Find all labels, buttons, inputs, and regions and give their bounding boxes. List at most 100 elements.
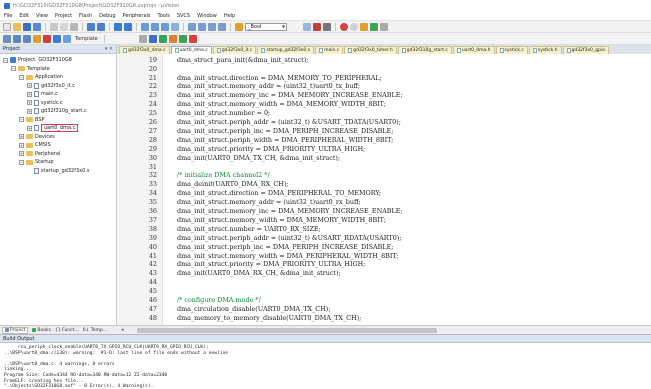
rebuild-icon[interactable] bbox=[23, 34, 31, 43]
code-line[interactable]: 34 dma_init_struct.direction = DMA_PERIPH… bbox=[117, 189, 651, 197]
panel-close-icon[interactable]: ▾ ✕ bbox=[105, 46, 113, 52]
navigate-forward-icon[interactable] bbox=[124, 22, 132, 31]
runtime-environment-icon[interactable] bbox=[178, 34, 187, 43]
code-line[interactable]: 32 /* initialize DMA channel2 */ bbox=[117, 171, 651, 179]
tree-item[interactable]: − Application bbox=[19, 73, 63, 81]
next-bookmark-icon[interactable] bbox=[161, 22, 169, 31]
redo-icon[interactable] bbox=[97, 22, 105, 31]
menu-edit[interactable]: Edit bbox=[19, 13, 29, 19]
find-in-files-icon[interactable] bbox=[235, 22, 243, 31]
menu-project[interactable]: Project bbox=[55, 13, 72, 19]
editor-tab[interactable]: gd32f310g_start.c bbox=[397, 46, 452, 54]
unindent-icon[interactable] bbox=[198, 22, 206, 31]
tree-item[interactable]: + Devices bbox=[19, 133, 55, 141]
code-line[interactable]: 23 dma_init_struct.memory_inc = DMA_MEMOR… bbox=[117, 91, 651, 99]
code-line[interactable]: 24 dma_init_struct.memory_width = DMA_MEM… bbox=[117, 100, 651, 108]
code-line[interactable]: 22 dma_init_struct.memory_addr = (uint32_… bbox=[117, 82, 651, 90]
pack-installer-icon[interactable] bbox=[168, 34, 177, 43]
scroll-left-icon[interactable]: ◂ bbox=[121, 327, 124, 333]
configure-icon[interactable] bbox=[380, 22, 388, 31]
prev-bookmark-icon[interactable] bbox=[151, 22, 159, 31]
debug-start-icon[interactable] bbox=[313, 22, 321, 31]
expand-icon[interactable]: + bbox=[27, 125, 32, 131]
stop-build-icon[interactable] bbox=[43, 34, 51, 43]
disable-breakpoint-icon[interactable] bbox=[350, 22, 358, 31]
editor-tab[interactable]: main.c bbox=[315, 46, 344, 54]
tree-item[interactable]: + main.c bbox=[27, 90, 58, 98]
code-line[interactable]: 48 dma_memory_to_memory_disable(UART0_DMA… bbox=[117, 314, 651, 322]
editor-tab[interactable]: uart0_dma.h bbox=[452, 46, 495, 54]
tree-item[interactable]: + uart0_dma.c bbox=[27, 124, 79, 132]
expand-icon[interactable]: + bbox=[19, 151, 24, 156]
build-icon[interactable] bbox=[13, 34, 21, 43]
code-line[interactable]: 36 dma_init_struct.memory_inc = DMA_MEMOR… bbox=[117, 207, 651, 215]
code-line[interactable]: 45 bbox=[117, 287, 651, 295]
tree-item[interactable]: + CMSIS bbox=[19, 141, 51, 149]
editor-tab[interactable]: gd32f3x0_dma.c bbox=[119, 46, 170, 54]
editor-tab[interactable]: uart0_dma.c bbox=[170, 46, 212, 54]
breakpoint-icon[interactable] bbox=[340, 22, 348, 31]
editor-tab[interactable]: systick.h bbox=[528, 46, 562, 54]
code-line[interactable]: 41 dma_init_struct.memory_width = DMA_PER… bbox=[117, 252, 651, 260]
bookmark-icon[interactable] bbox=[141, 22, 149, 31]
code-line[interactable]: 44 bbox=[117, 278, 651, 286]
code-line[interactable]: 28 dma_init_struct.periph_width = DMA_PER… bbox=[117, 136, 651, 144]
code-line[interactable]: 42 dma_init_struct.priority = DMA_PRIORIT… bbox=[117, 260, 651, 268]
file-extensions-icon[interactable] bbox=[148, 34, 157, 43]
menu-window[interactable]: Window bbox=[197, 13, 217, 19]
code-line[interactable]: 37 dma_init_struct.memory_width = DMA_MEM… bbox=[117, 216, 651, 224]
code-line[interactable]: 38 dma_init_struct.number = UART0_RX_SIZE… bbox=[117, 225, 651, 233]
expand-icon[interactable]: + bbox=[27, 108, 32, 114]
indent-icon[interactable] bbox=[188, 22, 196, 31]
code-line[interactable]: 20 bbox=[117, 65, 651, 73]
code-line[interactable]: 30 dma_init(UART0_DMA_TX_CH, &dma_init_st… bbox=[117, 154, 651, 162]
target-options-icon[interactable] bbox=[138, 34, 147, 43]
code-line[interactable]: 47 dma_circulation_disable(UART0_DMA_TX_C… bbox=[117, 305, 651, 313]
tree-item[interactable]: + systick.c bbox=[27, 99, 63, 107]
tab-project[interactable]: Project bbox=[2, 326, 29, 334]
new-file-icon[interactable] bbox=[3, 22, 11, 31]
translate-icon[interactable] bbox=[3, 34, 11, 43]
paste-icon[interactable] bbox=[70, 22, 78, 31]
editor-tab[interactable]: gd32f3x0_gpio bbox=[562, 46, 609, 54]
code-line[interactable]: 35 dma_init_struct.memory_addr = (uint32_… bbox=[117, 198, 651, 206]
editor-tab[interactable]: startup_gd32f3x0.s bbox=[257, 46, 315, 54]
menu-tools[interactable]: Tools bbox=[158, 13, 170, 19]
code-line[interactable]: 26 dma_init_struct.periph_addr = (uint32_… bbox=[117, 118, 651, 126]
batch-build-icon[interactable] bbox=[33, 34, 41, 43]
uncomment-icon[interactable] bbox=[218, 22, 226, 31]
undo-icon[interactable] bbox=[87, 22, 95, 31]
code-line[interactable]: 19 dma_struct_para_init(&dma_init_struct)… bbox=[117, 56, 651, 64]
copy-icon[interactable] bbox=[60, 22, 68, 31]
kill-breakpoints-icon[interactable] bbox=[360, 22, 368, 31]
menu-debug[interactable]: Debug bbox=[99, 13, 115, 19]
tree-item[interactable]: − Template bbox=[11, 65, 50, 73]
code-line[interactable]: 39 dma_init_struct.periph_addr = (uint32_… bbox=[117, 234, 651, 242]
tree-item[interactable]: + gd32f310g_start.c bbox=[27, 107, 87, 115]
save-all-icon[interactable] bbox=[33, 22, 41, 31]
code-line[interactable]: 29 dma_init_struct.priority = DMA_PRIORIT… bbox=[117, 145, 651, 153]
tools-icon[interactable] bbox=[323, 22, 331, 31]
editor-horizontal-scrollbar[interactable]: ◂ bbox=[117, 325, 651, 334]
expand-icon[interactable]: + bbox=[19, 134, 24, 139]
navigate-back-icon[interactable] bbox=[114, 22, 122, 31]
menu-view[interactable]: View bbox=[36, 13, 48, 19]
editor-tab[interactable]: gd32f3x0_it.c bbox=[212, 46, 257, 54]
collapse-icon[interactable]: − bbox=[19, 159, 24, 165]
tree-item[interactable]: startup_gd32f3x0.s bbox=[27, 167, 89, 175]
collapse-icon[interactable]: − bbox=[19, 74, 24, 80]
menu-help[interactable]: Help bbox=[224, 13, 235, 19]
collapse-icon[interactable]: − bbox=[19, 117, 24, 122]
comment-icon[interactable] bbox=[208, 22, 216, 31]
save-icon[interactable] bbox=[23, 22, 31, 31]
expand-icon[interactable]: + bbox=[27, 91, 32, 97]
incremental-find-icon[interactable] bbox=[303, 22, 311, 31]
window-layout-icon[interactable] bbox=[370, 22, 378, 31]
menu-file[interactable]: File bbox=[4, 13, 12, 19]
chevron-down-icon[interactable]: ▼ bbox=[282, 24, 285, 29]
select-packs-icon[interactable] bbox=[188, 34, 197, 43]
tab-functions[interactable]: {} Funct... bbox=[55, 328, 79, 333]
code-line[interactable]: 46 /* configure DMA mode */ bbox=[117, 296, 651, 304]
tab-templates[interactable]: 0↓ Temp... bbox=[83, 328, 107, 333]
code-line[interactable]: 25 dma_init_struct.number = 0; bbox=[117, 109, 651, 117]
